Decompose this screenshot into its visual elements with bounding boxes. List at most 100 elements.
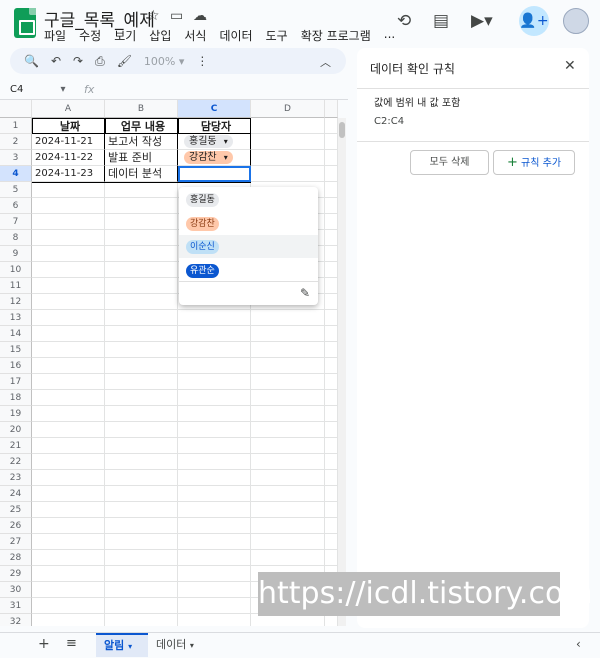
table-cell[interactable] [251, 502, 325, 518]
table-cell[interactable] [251, 422, 325, 438]
table-cell[interactable] [325, 374, 338, 390]
table-cell[interactable] [105, 198, 178, 214]
scrollbar-thumb[interactable] [339, 122, 345, 138]
table-cell[interactable] [178, 406, 251, 422]
spreadsheet-grid[interactable]: A B C D 1 날짜 업무 내용 담당자 2 2024-11-21 보고서 작성 홍길동 ▾ 3 20… [0, 100, 338, 626]
row-header[interactable]: 17 [0, 374, 32, 390]
row-header[interactable]: 20 [0, 422, 32, 438]
menu-insert[interactable]: 삽입 [149, 27, 171, 44]
table-cell[interactable] [105, 518, 178, 534]
table-cell[interactable] [178, 518, 251, 534]
all-sheets-icon[interactable]: ≡ [66, 636, 77, 651]
table-cell[interactable] [105, 326, 178, 342]
table-cell[interactable]: 2024-11-22 [32, 150, 105, 166]
table-cell[interactable] [178, 326, 251, 342]
row-header[interactable]: 16 [0, 358, 32, 374]
table-cell[interactable] [251, 486, 325, 502]
avatar[interactable] [563, 8, 589, 34]
star-icon[interactable]: ☆ [147, 8, 160, 24]
table-cell[interactable]: 강감찬 ▾ [178, 150, 251, 166]
column-header-b[interactable]: B [105, 100, 178, 118]
row-header[interactable]: 2 [0, 134, 32, 150]
table-cell[interactable] [325, 246, 338, 262]
column-header-c[interactable]: C [178, 100, 251, 118]
row-header[interactable]: 26 [0, 518, 32, 534]
table-cell[interactable] [178, 582, 251, 598]
owner-chip[interactable]: 홍길동 ▾ [184, 135, 233, 148]
table-cell[interactable] [251, 390, 325, 406]
table-cell[interactable] [32, 470, 105, 486]
table-cell[interactable] [105, 470, 178, 486]
table-cell[interactable] [251, 118, 325, 134]
table-cell[interactable] [32, 454, 105, 470]
paint-format-icon[interactable]: 🖌 [117, 54, 132, 68]
table-cell[interactable] [105, 438, 178, 454]
table-cell[interactable]: 보고서 작성 [105, 134, 178, 150]
table-cell[interactable] [32, 518, 105, 534]
sheet-tab[interactable]: 데이터 ▾ [156, 633, 194, 657]
table-cell[interactable] [32, 278, 105, 294]
row-header[interactable]: 25 [0, 502, 32, 518]
row-header[interactable]: 6 [0, 198, 32, 214]
table-cell[interactable] [251, 534, 325, 550]
row-header[interactable]: 13 [0, 310, 32, 326]
table-cell[interactable] [32, 422, 105, 438]
print-icon[interactable]: ⎙ [95, 54, 105, 69]
column-header-d[interactable]: D [251, 100, 325, 118]
dropdown-option[interactable]: 홍길동 [179, 188, 318, 211]
table-cell[interactable] [32, 246, 105, 262]
table-cell[interactable] [105, 294, 178, 310]
table-cell[interactable] [105, 454, 178, 470]
table-cell[interactable] [178, 550, 251, 566]
menu-extensions[interactable]: 확장 프로그램 [301, 27, 371, 44]
table-cell[interactable] [325, 278, 338, 294]
table-cell[interactable] [32, 534, 105, 550]
table-cell[interactable] [178, 342, 251, 358]
table-cell[interactable] [105, 502, 178, 518]
table-cell[interactable] [178, 422, 251, 438]
table-cell[interactable] [325, 502, 338, 518]
row-header[interactable]: 15 [0, 342, 32, 358]
table-cell[interactable] [251, 134, 325, 150]
close-icon[interactable]: ✕ [564, 58, 576, 74]
table-cell[interactable] [32, 294, 105, 310]
table-cell[interactable] [32, 550, 105, 566]
add-rule-button[interactable]: + 규칙 추가 [493, 150, 575, 175]
table-cell[interactable] [178, 598, 251, 614]
dropdown-option[interactable]: 이순신 [179, 235, 318, 258]
table-cell[interactable] [178, 358, 251, 374]
table-cell[interactable] [251, 374, 325, 390]
table-cell[interactable]: 데이터 분석 [105, 166, 178, 182]
row-header[interactable]: 4 [0, 166, 32, 182]
header-cell[interactable]: 업무 내용 [105, 118, 178, 134]
table-cell[interactable] [32, 390, 105, 406]
comments-icon[interactable]: ▤ [433, 11, 449, 31]
table-cell[interactable] [325, 534, 338, 550]
selected-cell[interactable] [178, 166, 251, 182]
table-cell[interactable] [325, 262, 338, 278]
menu-data[interactable]: 데이터 [219, 27, 252, 44]
table-cell[interactable] [325, 198, 338, 214]
owner-chip[interactable]: 강감찬 ▾ [184, 151, 233, 164]
table-cell[interactable] [105, 422, 178, 438]
table-cell[interactable] [105, 214, 178, 230]
menu-format[interactable]: 서식 [184, 27, 206, 44]
table-cell[interactable] [105, 566, 178, 582]
table-cell[interactable] [105, 262, 178, 278]
header-cell[interactable]: 날짜 [32, 118, 105, 134]
table-cell[interactable] [178, 310, 251, 326]
table-cell[interactable] [325, 294, 338, 310]
table-cell[interactable] [325, 454, 338, 470]
meet-icon[interactable]: ▶▾ [471, 11, 493, 31]
table-cell[interactable] [325, 214, 338, 230]
table-cell[interactable]: 홍길동 ▾ [178, 134, 251, 150]
table-cell[interactable]: 2024-11-23 [32, 166, 105, 182]
table-cell[interactable] [32, 214, 105, 230]
table-cell[interactable] [32, 374, 105, 390]
row-header[interactable]: 8 [0, 230, 32, 246]
menu-more[interactable]: ... [384, 27, 395, 44]
table-cell[interactable] [105, 614, 178, 626]
sheets-logo[interactable] [14, 8, 36, 38]
table-cell[interactable] [325, 166, 338, 182]
table-cell[interactable] [32, 342, 105, 358]
